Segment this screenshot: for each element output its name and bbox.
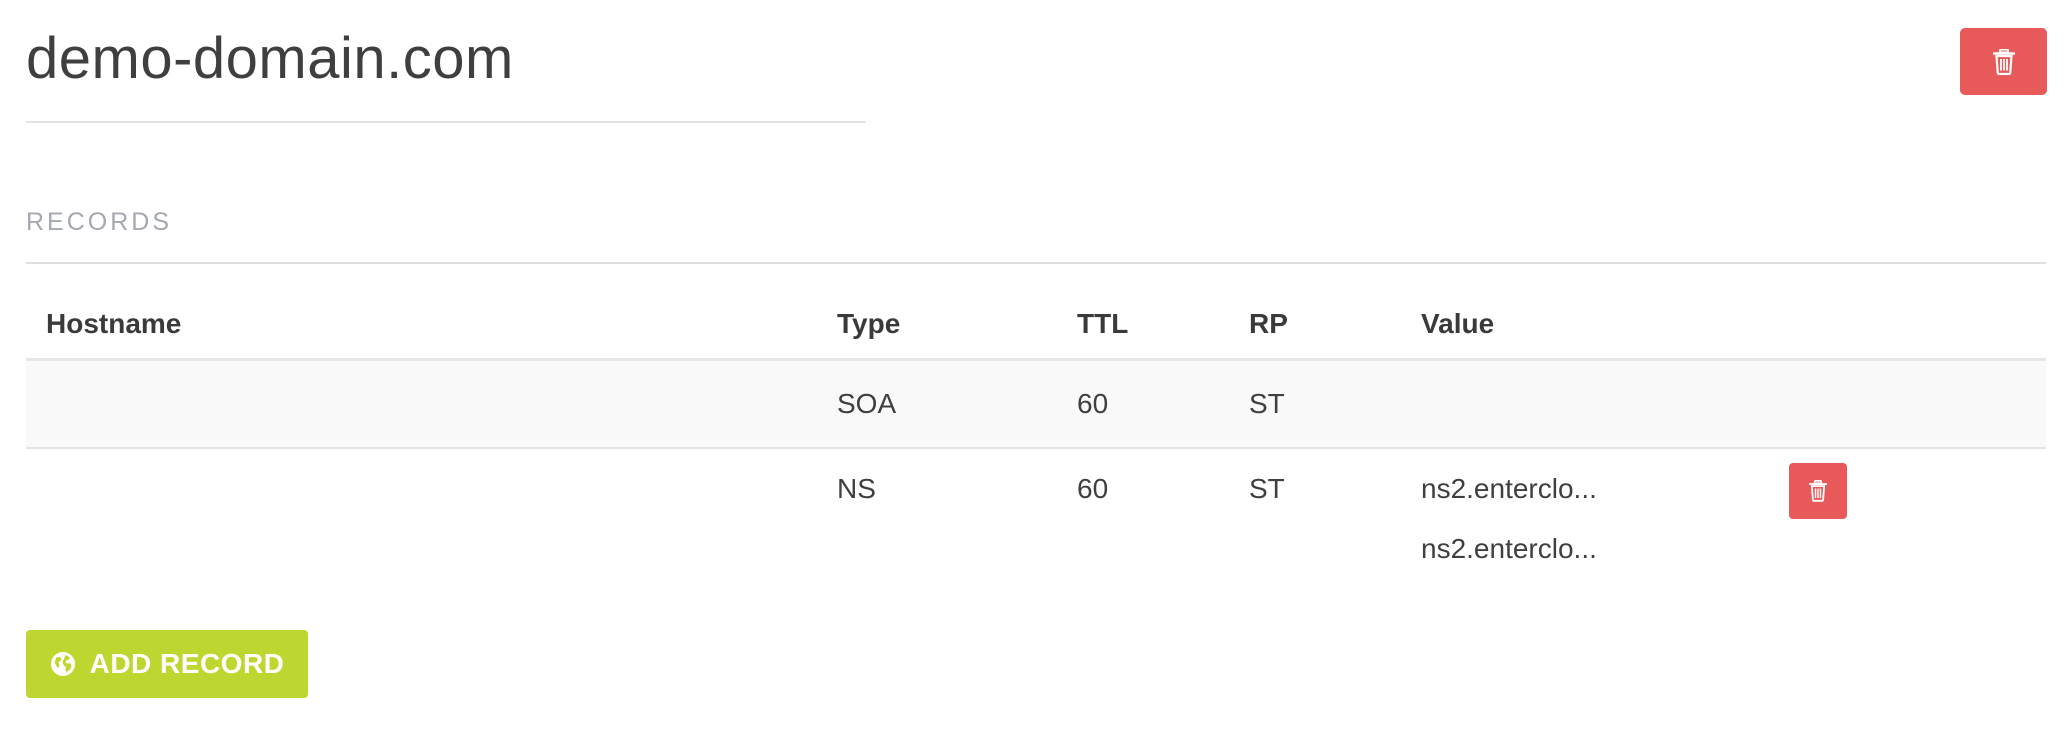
delete-domain-button[interactable]	[1960, 28, 2047, 95]
cell-type: SOA	[817, 359, 1057, 449]
cell-rp: ST	[1229, 359, 1401, 449]
cell-actions	[1769, 448, 2046, 607]
trash-icon	[1992, 48, 2015, 75]
add-record-button[interactable]: ADD RECORD	[26, 630, 308, 698]
cell-type: NS	[837, 473, 876, 504]
records-divider	[26, 262, 2046, 264]
cell-actions	[1769, 359, 2046, 449]
cell-value: ns2.enterclo... ns2.enterclo...	[1401, 448, 1769, 607]
cell-hostname	[26, 448, 817, 607]
cell-hostname	[26, 359, 817, 449]
trash-icon	[1809, 480, 1827, 502]
column-header-ttl[interactable]: TTL	[1057, 290, 1229, 361]
cell-ttl: 60	[1057, 359, 1229, 449]
column-header-rp[interactable]: RP	[1229, 290, 1401, 361]
table-row[interactable]: SOA 60 ST	[26, 359, 2046, 449]
column-header-actions	[1769, 290, 2046, 361]
delete-record-button[interactable]	[1789, 463, 1847, 519]
cell-ttl: 60	[1077, 473, 1109, 504]
globe-icon	[50, 651, 76, 677]
page-title: demo-domain.com	[26, 26, 514, 91]
table-row[interactable]: NS 60 ST ns2.enterclo... ns2.enterclo...	[26, 448, 2046, 607]
title-divider	[26, 121, 866, 123]
records-table: Hostname Type TTL RP Value SOA 60 ST NS …	[26, 290, 2046, 607]
records-section-label: RECORDS	[26, 208, 173, 236]
add-record-label: ADD RECORD	[89, 648, 285, 679]
cell-rp: ST	[1249, 473, 1285, 504]
column-header-value[interactable]: Value	[1401, 290, 1769, 361]
cell-value	[1401, 359, 1769, 449]
column-header-type[interactable]: Type	[817, 290, 1057, 361]
table-header-row: Hostname Type TTL RP Value	[26, 290, 2046, 361]
column-header-hostname[interactable]: Hostname	[26, 290, 817, 361]
value-entry: ns2.enterclo...	[1421, 473, 1597, 504]
value-entry: ns2.enterclo...	[1421, 533, 1597, 564]
